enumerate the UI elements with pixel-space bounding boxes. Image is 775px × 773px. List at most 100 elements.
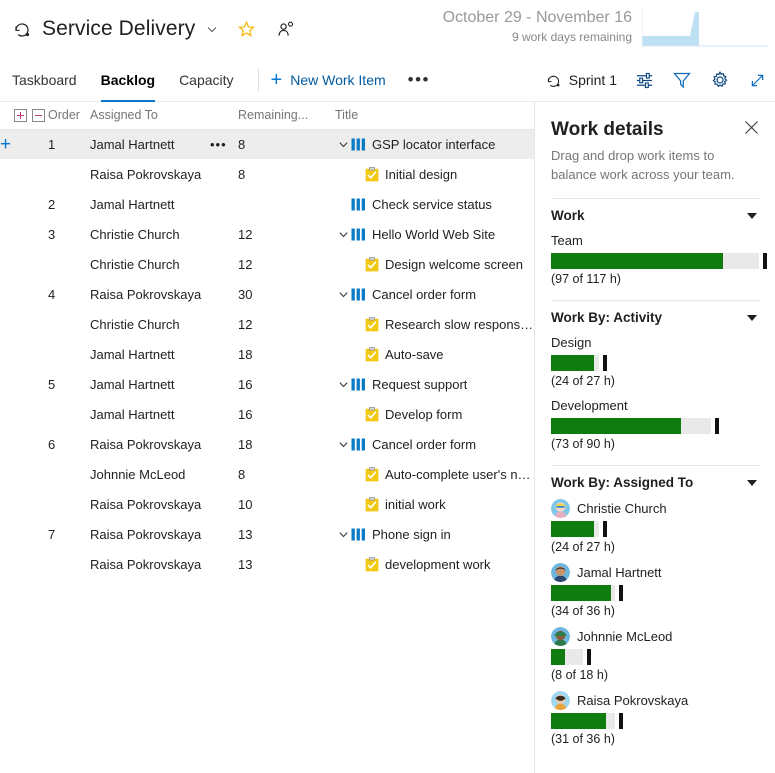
work-item-title[interactable]: Check service status — [372, 197, 492, 212]
capacity-bar — [551, 521, 761, 537]
column-header-order[interactable]: Order — [48, 102, 90, 130]
cell-order: 5 — [48, 376, 56, 392]
table-row[interactable]: 2 Jamal Hartnett Check service status — [0, 189, 534, 219]
capacity-limit-marker — [619, 585, 623, 601]
table-row[interactable]: 4 Raisa Pokrovskaya 30 Cancel order form — [0, 279, 534, 309]
sprint-selector[interactable]: Sprint 1 — [545, 72, 617, 89]
filter-icon[interactable] — [672, 70, 692, 90]
section-header[interactable]: Work By: Assigned To — [551, 475, 761, 490]
work-item-title[interactable]: Auto-complete user's na... — [385, 467, 534, 482]
work-details-title: Work details — [551, 119, 664, 140]
burndown-chart[interactable] — [642, 8, 767, 50]
add-child-button[interactable]: + — [0, 129, 48, 159]
star-icon[interactable] — [237, 20, 256, 39]
table-row[interactable]: Jamal Hartnett 18 Auto-save — [0, 339, 534, 369]
capacity-limit-marker — [763, 253, 767, 269]
section-header[interactable]: Work — [551, 208, 761, 223]
plus-icon[interactable]: + — [0, 134, 11, 155]
table-row[interactable]: 5 Jamal Hartnett 16 Request support — [0, 369, 534, 399]
chevron-down-icon[interactable] — [335, 139, 351, 150]
cell-assigned-to: Raisa Pokrovskaya — [90, 166, 202, 182]
tab-taskboard[interactable]: Taskboard — [0, 58, 89, 102]
new-work-item-button[interactable]: + New Work Item — [271, 70, 386, 90]
capacity-bar-fill — [551, 585, 611, 601]
task-icon — [365, 496, 379, 512]
chevron-down-icon[interactable] — [335, 289, 351, 300]
expand-all-icon[interactable] — [14, 108, 27, 122]
work-item-title[interactable]: Cancel order form — [372, 287, 476, 302]
sprint-selector-label: Sprint 1 — [568, 72, 617, 88]
section-header[interactable]: Work By: Activity — [551, 310, 761, 325]
chevron-down-icon[interactable] — [335, 529, 351, 540]
gear-icon[interactable] — [710, 70, 730, 90]
caret-down-icon[interactable] — [747, 314, 757, 321]
task-icon — [365, 406, 379, 422]
cell-remaining-work — [238, 189, 335, 219]
chevron-down-icon[interactable] — [335, 229, 351, 240]
work-item-title[interactable]: GSP locator interface — [372, 137, 495, 152]
capacity-item: Johnnie McLeod (8 of 18 h) — [551, 627, 761, 682]
close-icon[interactable] — [744, 118, 761, 135]
capacity-value: (97 of 117 h) — [551, 272, 621, 286]
tab-backlog[interactable]: Backlog — [89, 58, 167, 102]
work-item-title[interactable]: Request support — [372, 377, 467, 392]
caret-down-icon[interactable] — [747, 212, 757, 219]
table-row[interactable]: Christie Church 12 Research slow response … — [0, 309, 534, 339]
work-item-title[interactable]: Phone sign in — [372, 527, 451, 542]
column-header-title[interactable]: Title — [335, 102, 534, 130]
cell-assigned-to: Jamal Hartnett — [90, 406, 175, 422]
chevron-down-icon[interactable] — [205, 22, 219, 36]
caret-down-icon[interactable] — [747, 479, 757, 486]
collapse-all-icon[interactable] — [32, 108, 45, 122]
work-item-title[interactable]: Cancel order form — [372, 437, 476, 452]
chevron-down-icon[interactable] — [335, 379, 351, 390]
capacity-item: Raisa Pokrovskaya (31 of 36 h) — [551, 691, 761, 746]
work-item-title[interactable]: Design welcome screen — [385, 257, 523, 272]
cell-title: Auto-save — [335, 339, 534, 369]
capacity-bar — [551, 649, 761, 665]
table-row[interactable]: Christie Church 12 Design welcome screen — [0, 249, 534, 279]
table-row[interactable]: Raisa Pokrovskaya 13 development work — [0, 549, 534, 579]
row-gutter — [0, 519, 48, 549]
cell-assigned-to: Johnnie McLeod — [90, 466, 186, 482]
person-add-icon[interactable] — [276, 20, 295, 39]
work-item-title[interactable]: Initial design — [385, 167, 457, 182]
work-item-title[interactable]: Develop form — [385, 407, 462, 422]
table-row[interactable]: Johnnie McLeod 8 Auto-complete user's na..… — [0, 459, 534, 489]
table-row[interactable]: Jamal Hartnett 16 Develop form — [0, 399, 534, 429]
row-gutter — [0, 489, 48, 519]
cell-order: 1 — [48, 129, 90, 159]
capacity-value: (73 of 90 h) — [551, 437, 615, 451]
ellipsis-icon[interactable]: ••• — [408, 70, 430, 90]
column-header-remaining[interactable]: Remaining... — [238, 102, 335, 130]
chevron-down-icon[interactable] — [335, 439, 351, 450]
work-item-title[interactable]: Hello World Web Site — [372, 227, 495, 242]
new-work-item-label: New Work Item — [290, 71, 386, 88]
capacity-value: (24 of 27 h) — [551, 374, 615, 388]
table-row[interactable]: Raisa Pokrovskaya 8 Initial design — [0, 159, 534, 189]
row-context-menu-icon[interactable]: ••• — [210, 129, 238, 159]
story-icon — [351, 198, 366, 211]
work-item-title[interactable]: Auto-save — [385, 347, 444, 362]
column-header-assigned-to[interactable]: Assigned To — [90, 102, 238, 130]
table-row[interactable]: +1 Jamal Hartnett ••• 8 GSP locator interfac… — [0, 129, 534, 159]
page-title: Service Delivery — [42, 17, 196, 40]
table-row[interactable]: 6 Raisa Pokrovskaya 18 Cancel order form — [0, 429, 534, 459]
row-gutter — [0, 279, 48, 309]
details-section: Work Team (97 of 117 h) — [551, 198, 767, 286]
table-row[interactable]: Raisa Pokrovskaya 10 initial work — [0, 489, 534, 519]
table-row[interactable]: 7 Raisa Pokrovskaya 13 Phone sign in — [0, 519, 534, 549]
work-item-title[interactable]: initial work — [385, 497, 446, 512]
work-item-title[interactable]: Research slow response ti... — [385, 317, 534, 332]
capacity-bar — [551, 355, 761, 371]
expand-icon[interactable] — [748, 71, 767, 90]
cell-remaining-work: 12 — [238, 256, 253, 272]
page-body: Order Assigned To Remaining... Title +1 J… — [0, 102, 775, 773]
capacity-limit-marker — [587, 649, 591, 665]
table-row[interactable]: 3 Christie Church 12 Hello World Web Site — [0, 219, 534, 249]
sprint-icon — [10, 17, 34, 41]
task-icon — [365, 316, 379, 332]
column-options-icon[interactable] — [635, 71, 654, 90]
tab-capacity[interactable]: Capacity — [167, 58, 245, 102]
work-item-title[interactable]: development work — [385, 557, 491, 572]
